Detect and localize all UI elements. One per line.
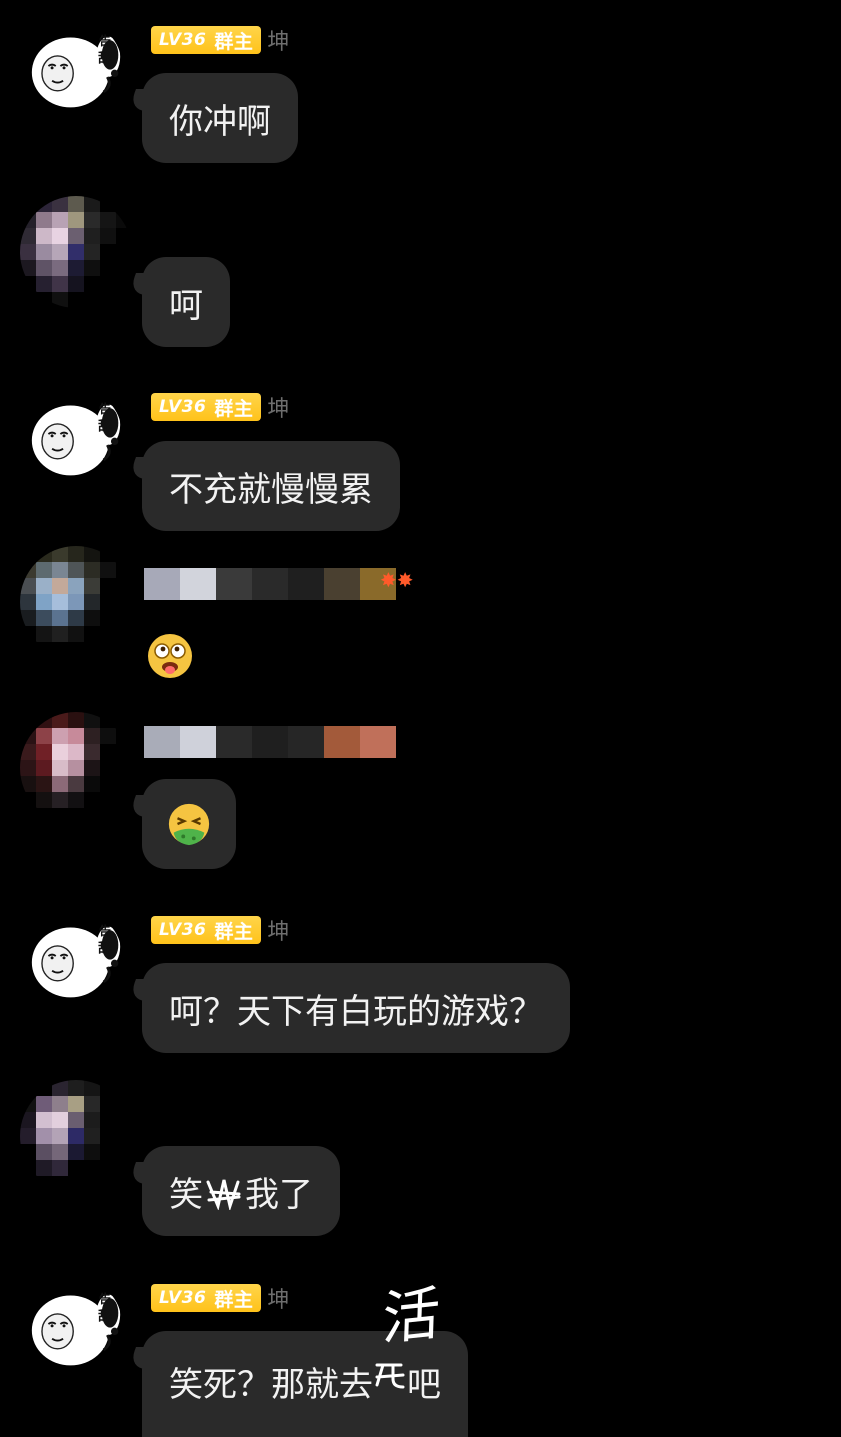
sender-info: LV36 群主 坤 — [151, 25, 289, 55]
panda-avatar-icon — [30, 1278, 122, 1370]
level-badge: LV36 群主 — [151, 393, 262, 421]
message-text: 吧 — [407, 1365, 441, 1405]
message-bubble[interactable]: 呵 — [142, 257, 230, 347]
sender-nickname[interactable]: 坤 — [267, 1282, 289, 1314]
message-text: 笑 — [169, 1174, 203, 1215]
owner-avatar[interactable] — [30, 910, 122, 1002]
sparkle-icon: ✸✸ — [380, 568, 414, 592]
level-badge: LV36 群主 — [151, 26, 262, 54]
sender-info: LV36 群主 坤 — [151, 392, 289, 422]
sender-nickname[interactable]: 坤 — [267, 24, 289, 56]
message-bubble[interactable]: 你冲啊 — [142, 73, 298, 163]
scribble-icon — [375, 1363, 405, 1389]
member-avatar[interactable] — [20, 196, 132, 308]
scribble-icon — [206, 1179, 241, 1210]
panda-avatar-icon — [30, 388, 122, 480]
sender-info: LV36 群主 坤 — [151, 915, 289, 945]
blurred-sender-name: ✸✸ — [144, 568, 414, 600]
sender-nickname[interactable]: 坤 — [267, 391, 289, 423]
message-text: 你冲啊 — [169, 101, 271, 142]
panda-avatar-icon — [30, 910, 122, 1002]
owner-avatar[interactable] — [30, 20, 122, 112]
censored-word — [205, 1174, 243, 1210]
sender-info: LV36 群主 坤 — [151, 1283, 289, 1313]
owner-avatar[interactable] — [30, 1278, 122, 1370]
drooling-eyes-emoji — [148, 634, 192, 678]
message-bubble[interactable] — [142, 779, 236, 869]
message-bubble[interactable]: 不充就慢慢累 — [142, 441, 400, 531]
message-bubble[interactable]: 呵？天下有白玩的游戏？ — [142, 963, 570, 1053]
panda-avatar-icon — [30, 20, 122, 112]
message-text: 我了 — [245, 1174, 313, 1215]
message-text: 笑死？那就去 — [169, 1365, 373, 1405]
message-bubble[interactable]: 笑死？那就去 吧 — [142, 1331, 468, 1437]
sender-nickname[interactable]: 坤 — [267, 914, 289, 946]
message-bubble[interactable]: 笑 我了 — [142, 1146, 340, 1236]
level-badge: LV36 群主 — [151, 1284, 262, 1312]
member-avatar[interactable] — [20, 546, 132, 658]
member-avatar[interactable] — [20, 712, 132, 824]
blurred-sender-name — [144, 726, 396, 758]
message-text: 不充就慢慢累 — [169, 469, 373, 510]
member-avatar[interactable] — [20, 1080, 132, 1192]
owner-avatar[interactable] — [30, 388, 122, 480]
message-text: 呵 — [169, 285, 203, 326]
message-text: 呵？天下有白玩的游戏？ — [169, 991, 543, 1032]
censored-word — [373, 1357, 407, 1391]
level-badge: LV36 群主 — [151, 916, 262, 944]
nauseated-face-emoji — [168, 803, 210, 846]
